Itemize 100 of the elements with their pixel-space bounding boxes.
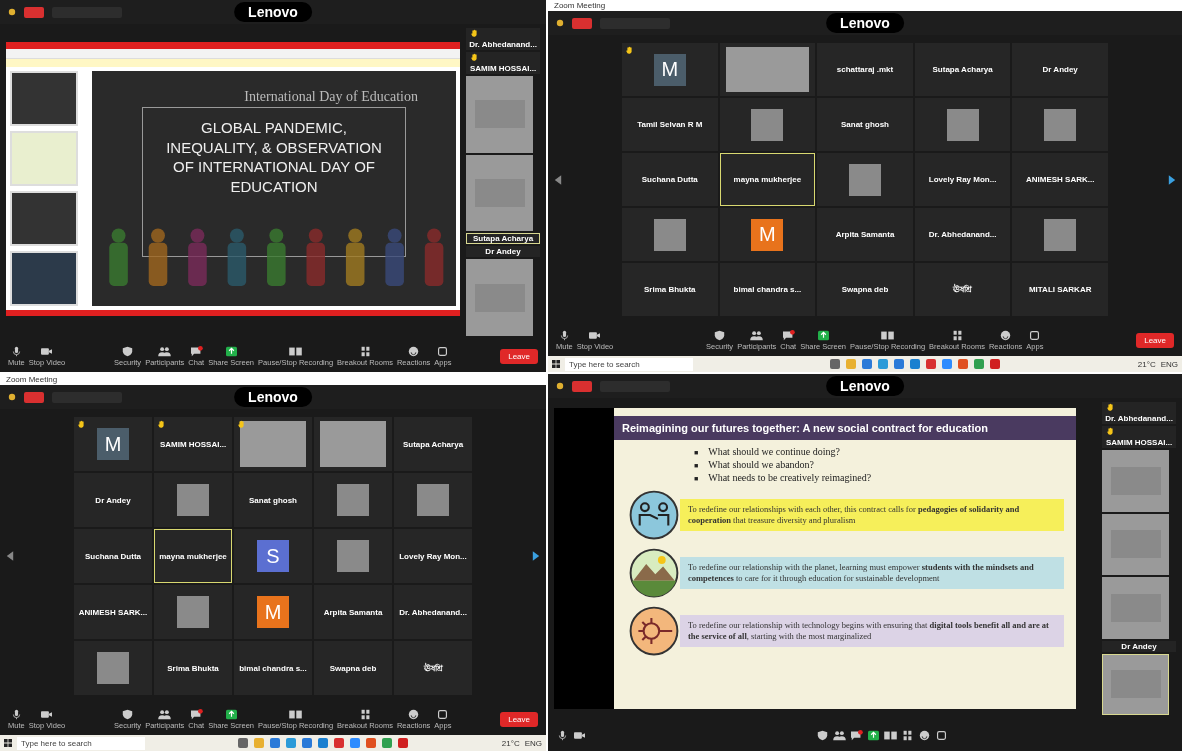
participant-tile[interactable]: Dr. Abhedanand...: [1102, 402, 1176, 424]
participant-tile[interactable]: Srima Bhukta: [622, 263, 718, 316]
taskbar-app-icon[interactable]: [894, 359, 905, 369]
next-page-icon[interactable]: [532, 550, 540, 562]
share-screen-icon[interactable]: [867, 729, 880, 741]
participant-tile[interactable]: ঊষশ্রি: [394, 641, 472, 695]
participant-tile[interactable]: mayna mukherjee: [154, 529, 232, 583]
participant-tile[interactable]: S: [234, 529, 312, 583]
participant-tile[interactable]: Sanat ghosh: [234, 473, 312, 527]
participant-tile[interactable]: Dr Andey: [1102, 640, 1176, 652]
participant-tile[interactable]: SAMIM HOSSAI...: [154, 417, 232, 471]
slide-thumbnail[interactable]: [10, 251, 78, 306]
participant-tile[interactable]: Dr. Abhedanand...: [394, 585, 472, 639]
participant-tile[interactable]: Sutapa Acharya: [914, 43, 1011, 96]
participant-tile[interactable]: mayna mukherjee: [719, 153, 816, 206]
participant-tile[interactable]: [817, 153, 913, 206]
taskbar-app-icon[interactable]: [878, 359, 889, 369]
participant-tile[interactable]: [314, 473, 392, 527]
taskbar-app-icon[interactable]: [990, 359, 1001, 369]
taskbar-app-icon[interactable]: [270, 738, 281, 748]
microphone-icon[interactable]: [556, 729, 569, 741]
leave-button[interactable]: Leave: [500, 348, 538, 364]
participant-tile[interactable]: Dr Andey: [466, 246, 540, 258]
taskbar-app-icon[interactable]: [366, 738, 377, 748]
slide-thumbnail[interactable]: [10, 71, 78, 126]
shield-icon[interactable]: [816, 729, 829, 741]
participant-tile[interactable]: [314, 417, 392, 471]
participant-tile[interactable]: ঊষশ্রি: [914, 263, 1011, 316]
participant-tile[interactable]: [1012, 208, 1108, 261]
participant-tile[interactable]: [914, 98, 1011, 151]
taskbar-app-icon[interactable]: [830, 359, 841, 369]
taskbar-app-icon[interactable]: [334, 738, 345, 748]
taskbar-app-icon[interactable]: [398, 738, 409, 748]
search-field[interactable]: Type here to search: [17, 736, 145, 750]
participant-tile[interactable]: [1102, 653, 1170, 715]
language-indicator[interactable]: ENG: [1160, 359, 1178, 369]
participant-tile[interactable]: Suchana Dutta: [622, 153, 718, 206]
participant-tile[interactable]: Tamil Selvan R M: [622, 98, 718, 151]
windows-logo-icon[interactable]: [552, 360, 560, 368]
previous-page-icon[interactable]: [554, 173, 562, 186]
participant-tile[interactable]: [466, 154, 534, 232]
reaction-icon[interactable]: [918, 729, 931, 741]
leave-button[interactable]: Leave: [1136, 332, 1174, 348]
participant-tile[interactable]: Dr. Abhedanand...: [914, 208, 1011, 261]
participant-tile[interactable]: Swapna deb: [817, 263, 913, 316]
taskbar-app-icon[interactable]: [238, 738, 249, 748]
live-indicator[interactable]: [24, 391, 44, 403]
participant-tile[interactable]: [394, 473, 472, 527]
participant-tile[interactable]: ANIMESH SARK...: [74, 585, 152, 639]
windows-logo-icon[interactable]: [4, 739, 12, 747]
participant-tile[interactable]: [314, 529, 392, 583]
participant-tile[interactable]: Dr Andey: [74, 473, 152, 527]
participant-tile[interactable]: [234, 417, 312, 471]
taskbar-app-icon[interactable]: [942, 359, 953, 369]
participant-tile[interactable]: [1102, 577, 1170, 639]
camera-icon[interactable]: [573, 729, 586, 741]
participant-tile[interactable]: ANIMESH SARK...: [1012, 153, 1108, 206]
participant-tile[interactable]: M: [622, 43, 718, 96]
record-icon[interactable]: [884, 729, 897, 741]
grid-icon[interactable]: [901, 729, 914, 741]
participant-tile[interactable]: Suchana Dutta: [74, 529, 152, 583]
participant-tile[interactable]: Sutapa Acharya: [466, 233, 540, 245]
participant-tile[interactable]: Arpita Samanta: [817, 208, 913, 261]
participant-tile[interactable]: bimal chandra s...: [234, 641, 312, 695]
taskbar-app-icon[interactable]: [350, 738, 361, 748]
previous-page-icon[interactable]: [6, 550, 14, 562]
participant-tile[interactable]: Lovely Ray Mon...: [394, 529, 472, 583]
participant-tile[interactable]: [1102, 450, 1170, 512]
live-indicator[interactable]: [572, 17, 592, 29]
participant-tile[interactable]: Srima Bhukta: [154, 641, 232, 695]
taskbar-app-icon[interactable]: [302, 738, 313, 748]
taskbar-app-icon[interactable]: [286, 738, 297, 748]
participant-tile[interactable]: MITALI SARKAR: [1012, 263, 1108, 316]
participant-tile[interactable]: [466, 259, 534, 336]
participant-tile[interactable]: [466, 76, 534, 153]
taskbar-app-icon[interactable]: [910, 359, 921, 369]
live-indicator[interactable]: [572, 380, 592, 392]
chat-icon[interactable]: [850, 729, 863, 741]
participant-tile[interactable]: SAMIM HOSSAI...: [1102, 426, 1176, 448]
taskbar-app-icon[interactable]: [958, 359, 969, 369]
participant-tile[interactable]: [1102, 513, 1170, 575]
participant-tile[interactable]: [719, 43, 816, 96]
language-indicator[interactable]: ENG: [524, 738, 542, 748]
leave-button[interactable]: Leave: [500, 711, 538, 727]
participant-tile[interactable]: bimal chandra s...: [719, 263, 816, 316]
apps-icon[interactable]: [935, 729, 948, 741]
participant-tile[interactable]: Dr. Abhedanand...: [466, 28, 540, 50]
participant-tile[interactable]: SAMIM HOSSAI...: [466, 52, 540, 74]
participant-tile[interactable]: [154, 585, 232, 639]
participant-tile[interactable]: Lovely Ray Mon...: [914, 153, 1011, 206]
taskbar-app-icon[interactable]: [974, 359, 985, 369]
participant-tile[interactable]: [622, 208, 718, 261]
participant-tile[interactable]: M: [74, 417, 152, 471]
live-indicator[interactable]: [24, 6, 44, 18]
search-field[interactable]: Type here to search: [565, 357, 693, 371]
participant-tile[interactable]: Swapna deb: [314, 641, 392, 695]
participant-tile[interactable]: [1012, 98, 1108, 151]
participant-tile[interactable]: [154, 473, 232, 527]
taskbar-app-icon[interactable]: [862, 359, 873, 369]
participant-tile[interactable]: [74, 641, 152, 695]
